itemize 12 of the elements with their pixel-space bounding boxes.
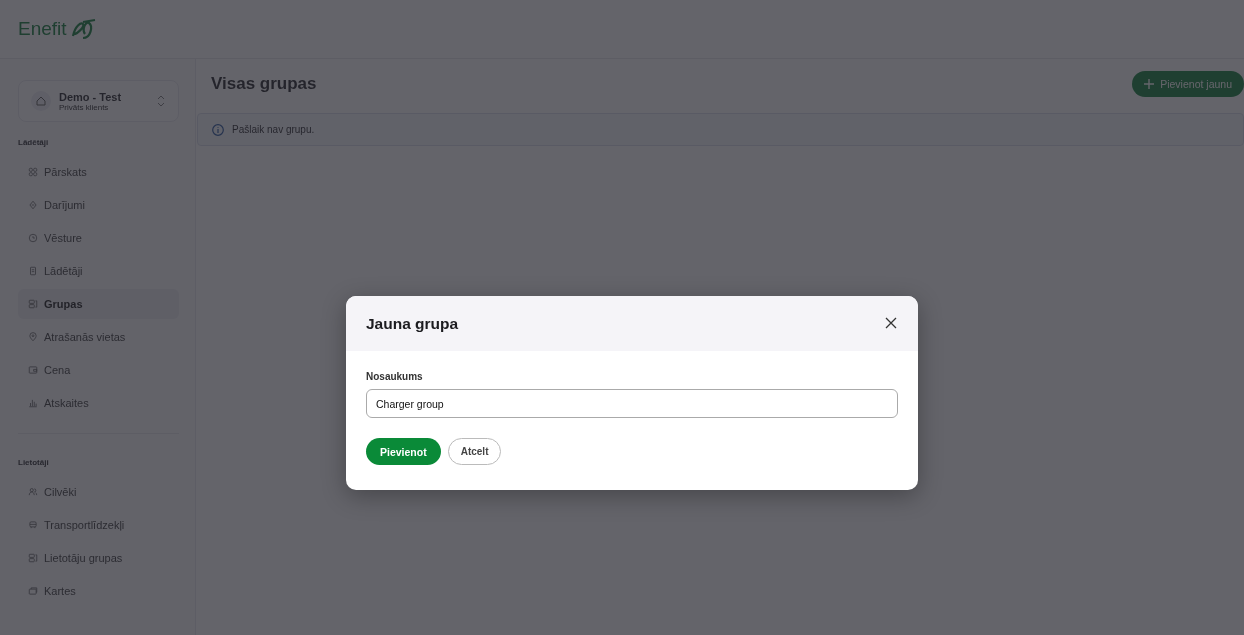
info-text: Pašlaik nav grupu. xyxy=(232,124,315,135)
field-label: Nosaukums xyxy=(366,371,424,382)
section-title: Lādētāji xyxy=(18,138,50,147)
close-button[interactable] xyxy=(884,316,898,331)
logo-text: Enefit xyxy=(18,18,67,40)
name-input-field[interactable]: Charger group xyxy=(366,389,898,418)
cancel-button[interactable]: Atcelt xyxy=(447,438,502,465)
section-title: Lietotāji xyxy=(18,458,50,467)
dialog-title: Jauna grupa xyxy=(366,314,459,333)
page-title: Visas grupas xyxy=(211,74,317,94)
account-name: Demo - Test xyxy=(59,90,122,103)
submit-button[interactable]: Pievienot xyxy=(366,438,441,465)
